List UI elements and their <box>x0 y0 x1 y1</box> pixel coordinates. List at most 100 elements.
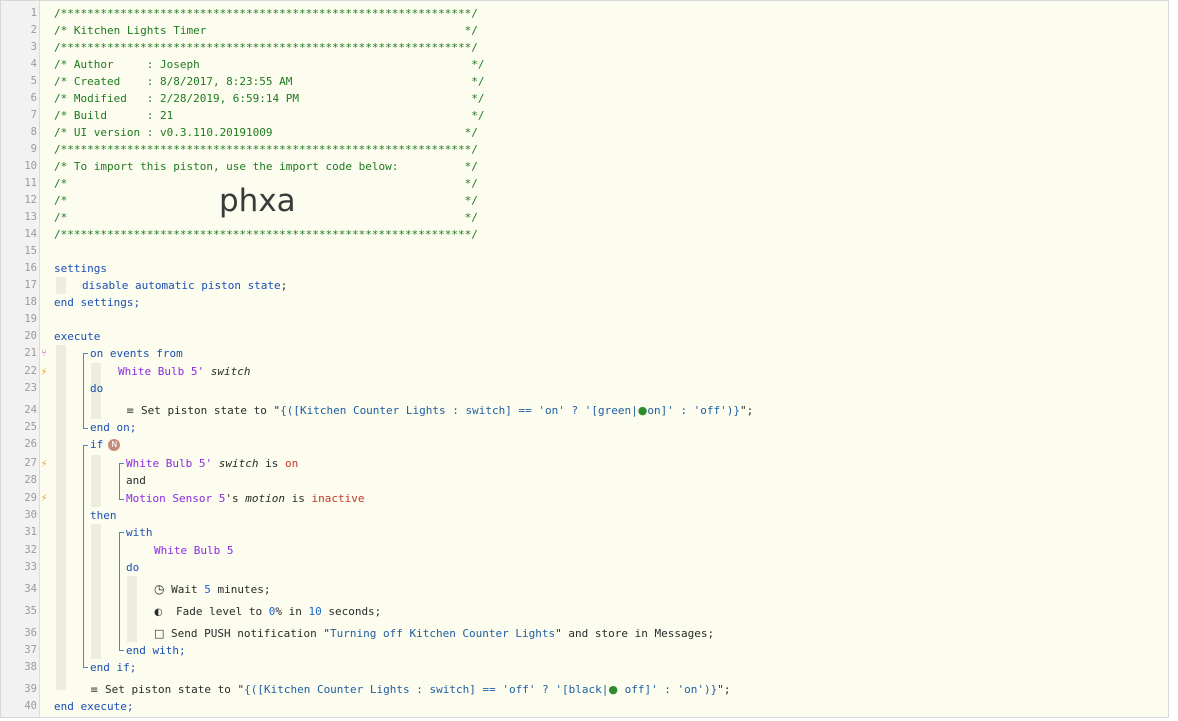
end-execute-keyword: end execute; <box>54 700 134 713</box>
line-number: 4 <box>30 58 37 70</box>
push-task[interactable]: □ Send PUSH notification "Turning off Ki… <box>154 625 714 642</box>
line-number: 23 <box>24 382 37 394</box>
condition-operator: is <box>284 492 312 505</box>
line-number: 13 <box>24 211 37 223</box>
line-number: 31 <box>24 526 37 538</box>
line-number: 9 <box>30 143 37 155</box>
with-do-keyword: do <box>126 561 140 574</box>
condition-bracket <box>119 463 120 499</box>
line-number: 15 <box>24 245 37 257</box>
bolt-icon: ⚡ <box>40 491 48 504</box>
condition-attribute: motion <box>245 492 285 505</box>
with-device[interactable]: White Bulb 5 <box>154 542 233 559</box>
condition-operator: is <box>258 457 285 470</box>
settings-statement[interactable]: disable automatic piston state; <box>82 277 287 294</box>
header-title: /* Kitchen Lights Timer */ <box>54 24 478 37</box>
line-number: 39 <box>24 683 37 695</box>
push-text: Send PUSH notification " <box>171 627 330 640</box>
condition-value: inactive <box>311 492 365 505</box>
statement-terminator: ; <box>280 279 288 292</box>
header-build: /* Build : 21 */ <box>54 109 485 122</box>
block-bracket <box>119 532 124 533</box>
if-statement[interactable]: if N <box>90 436 121 453</box>
fade-mid: % in <box>275 605 309 618</box>
fade-task[interactable]: ◐ Fade level to 0% in 10 seconds; <box>154 603 381 621</box>
wait-text: Wait <box>171 583 205 596</box>
bolt-icon: ⚡ <box>40 457 48 470</box>
end-settings-keyword: end settings; <box>54 296 141 309</box>
if-keyword: if <box>90 438 104 451</box>
header-import-note: /* To import this piston, use the import… <box>54 160 478 173</box>
toggle-icon: ◐ <box>154 607 163 618</box>
set-state-suffix: "; <box>740 404 754 417</box>
end-if-keyword: end if; <box>90 661 137 674</box>
fade-unit: seconds; <box>321 605 382 618</box>
do-keyword: do <box>90 382 104 395</box>
block-bracket <box>83 445 88 446</box>
header-author: /* Author : Joseph */ <box>54 58 485 71</box>
then-keyword: then <box>90 509 117 522</box>
wait-task[interactable]: ◷ Wait 5 minutes; <box>154 581 270 598</box>
condition-1[interactable]: White Bulb 5' switch is on <box>126 455 298 472</box>
line-number: 11 <box>24 177 37 189</box>
condition-2[interactable]: Motion Sensor 5's motion is inactive <box>126 490 364 507</box>
line-number: 12 <box>24 194 37 206</box>
line-number: 2 <box>30 24 37 36</box>
line-number: 36 <box>24 627 37 639</box>
message-bubble-icon: □ <box>154 627 165 640</box>
line-number: 17 <box>24 279 37 291</box>
line-number: 8 <box>30 126 37 138</box>
set-state-prefix: Set piston state to " <box>141 404 281 417</box>
clock-icon: ◷ <box>154 582 165 596</box>
bulb-icon: ● <box>608 683 618 696</box>
line-number: 26 <box>24 438 37 450</box>
line-number: 10 <box>24 160 37 172</box>
line-number: 20 <box>24 330 37 342</box>
line-number: 29 <box>24 492 37 504</box>
end-with-keyword: end with; <box>126 644 186 657</box>
on-events-keyword[interactable]: on events from <box>90 345 183 362</box>
with-keyword[interactable]: with <box>126 524 153 541</box>
wait-duration: 5 <box>204 583 211 596</box>
line-number: 25 <box>24 421 37 433</box>
new-badge: N <box>108 439 121 451</box>
set-state-statement-1[interactable]: ≡ Set piston state to "{([Kitchen Counte… <box>126 402 753 420</box>
header-ui-version: /* UI version : v0.3.110.20191009 */ <box>54 126 478 139</box>
line-number: 37 <box>24 644 37 656</box>
header-created: /* Created : 8/8/2017, 8:23:55 AM */ <box>54 75 485 88</box>
line-number: 34 <box>24 583 37 595</box>
fade-seconds: 10 <box>308 605 322 618</box>
set-state-statement-2[interactable]: ≡ Set piston state to "{([Kitchen Counte… <box>90 681 731 699</box>
condition-attribute: switch <box>218 457 259 470</box>
line-number: 18 <box>24 296 37 308</box>
line-number: 21 <box>24 347 37 359</box>
event-attribute: switch <box>210 365 251 378</box>
condition-value: on <box>284 457 299 470</box>
fade-text: Fade level to <box>175 605 269 618</box>
and-operator[interactable]: and <box>126 472 146 489</box>
line-number: 7 <box>30 109 37 121</box>
header-border: /***************************************… <box>54 7 478 20</box>
indent-shade <box>56 345 66 690</box>
condition-possessive: 's <box>225 492 246 505</box>
statement-lines-icon: ≡ <box>90 685 99 696</box>
import-code: phxa <box>219 183 296 219</box>
event-trigger[interactable]: White Bulb 5' switch <box>118 363 250 380</box>
line-number: 27 <box>24 457 37 469</box>
condition-bracket <box>119 463 124 464</box>
indent-shade <box>91 524 101 659</box>
header-border: /***************************************… <box>54 143 478 156</box>
bolt-icon: ⚡ <box>40 365 48 378</box>
set-state-expression-end: on]' : 'off')} <box>647 404 741 417</box>
push-message: Turning off Kitchen Counter Lights <box>329 627 556 640</box>
piston-code-editor: 1 2 3 4 5 6 7 8 9 10 11 12 13 14 15 16 17 18 19 20 21 22 23 24 2… <box>0 0 1169 718</box>
line-number: 22 <box>24 365 37 377</box>
disable-setting: disable automatic piston state <box>82 279 281 292</box>
settings-keyword: settings <box>54 262 107 275</box>
set-state-expression: {([Kitchen Counter Lights : switch] == '… <box>280 404 638 417</box>
wait-unit: minutes; <box>210 583 271 596</box>
header-modified: /* Modified : 2/28/2019, 6:59:14 PM */ <box>54 92 485 105</box>
block-bracket <box>83 667 88 668</box>
indent-shade <box>56 277 66 294</box>
line-number: 19 <box>24 313 37 325</box>
